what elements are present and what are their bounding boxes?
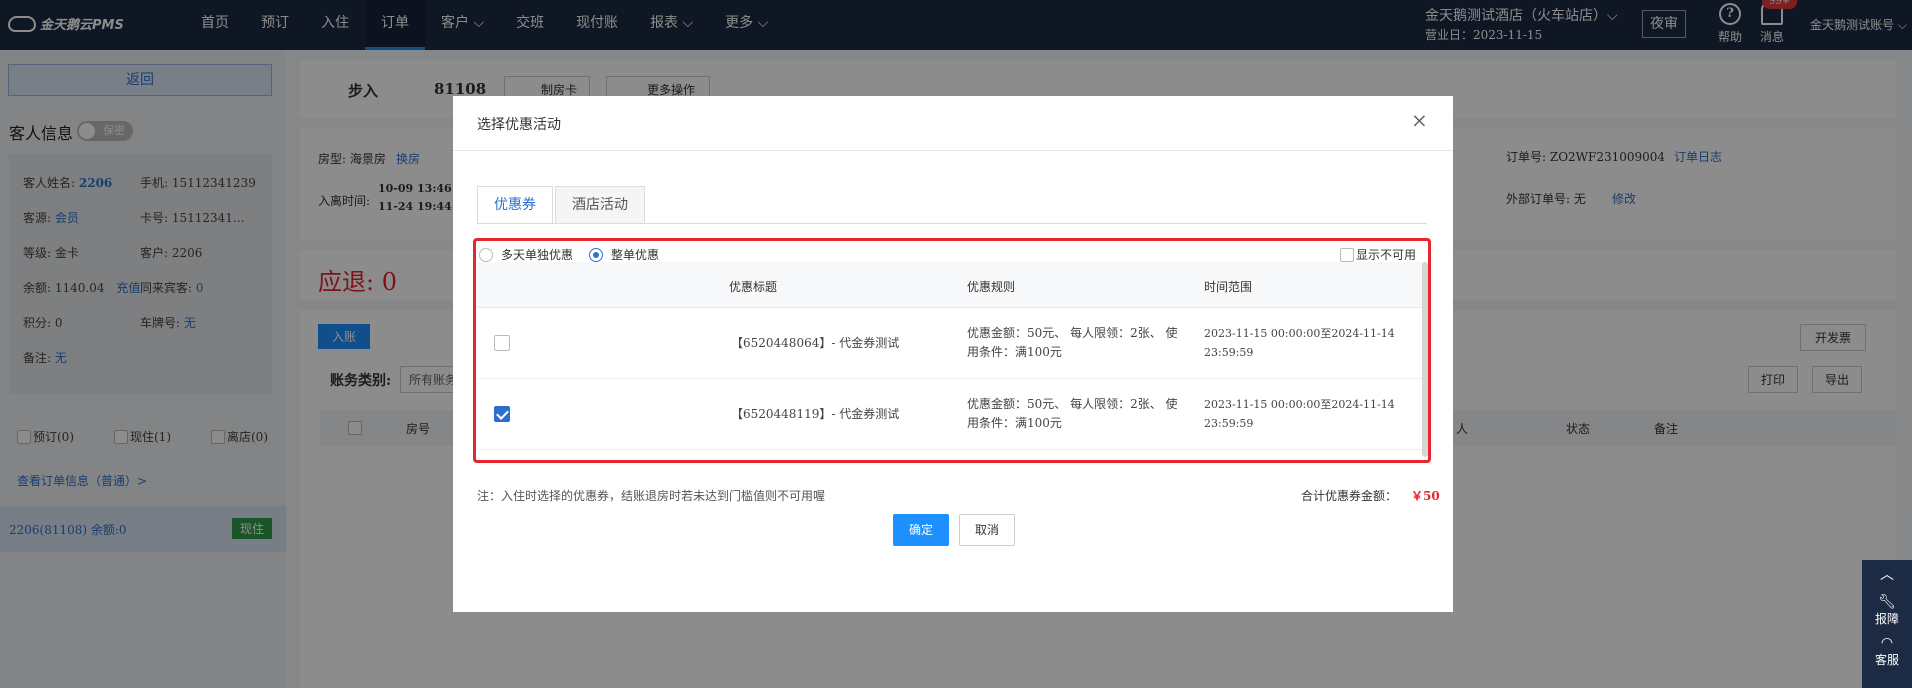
divider (453, 150, 1453, 151)
highlight-box (473, 238, 1431, 463)
coupon-note: 注：入住时选择的优惠券，结账退房时若未达到门槛值则不可用喔 (477, 489, 826, 503)
support-widget: ︿ 🔧︎ 报障 ◠ 客服 (1862, 560, 1912, 688)
tab-divider (477, 223, 1427, 224)
tab-hotel-activities[interactable]: 酒店活动 (555, 186, 645, 224)
report-issue-button[interactable]: 🔧︎ 报障 (1862, 590, 1912, 627)
cancel-button[interactable]: 取消 (959, 514, 1015, 546)
select-promotion-dialog: 选择优惠活动 × 优惠券 酒店活动 多天单独优惠 整单优惠 显示不可用 优惠标题… (453, 96, 1453, 612)
headset-icon: ◠ (1880, 635, 1894, 651)
service-label: 客服 (1874, 653, 1899, 667)
chevron-up-icon[interactable]: ︿ (1862, 560, 1912, 590)
coupon-total: 合计优惠券金额： ￥50 (1301, 487, 1440, 504)
tab-coupons[interactable]: 优惠券 (477, 186, 553, 224)
customer-service-button[interactable]: ◠ 客服 (1862, 627, 1912, 668)
confirm-button[interactable]: 确定 (893, 514, 949, 546)
wrench-icon: 🔧︎ (1878, 594, 1896, 610)
total-amount: ￥50 (1411, 489, 1440, 503)
report-label: 报障 (1874, 612, 1899, 626)
close-icon[interactable]: × (1411, 108, 1428, 132)
total-label: 合计优惠券金额： (1301, 489, 1398, 503)
dialog-title: 选择优惠活动 (477, 117, 561, 133)
